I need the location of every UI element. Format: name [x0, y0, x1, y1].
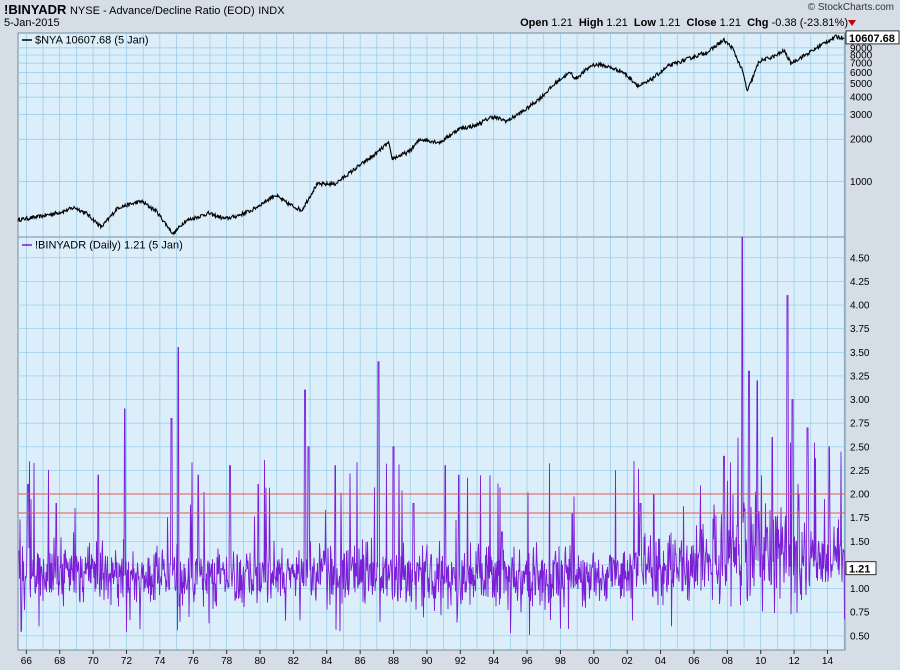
- ratio-tick-label: 1.00: [850, 584, 870, 595]
- ratio-tick-label: 3.75: [850, 324, 870, 335]
- ratio-tick-label: 1.50: [850, 537, 870, 548]
- price-tick-label: 3000: [850, 110, 873, 121]
- ratio-tick-label: 3.00: [850, 395, 870, 406]
- x-axis-tick-label: 92: [455, 656, 467, 667]
- nya-last-value-label: 10607.68: [849, 33, 895, 45]
- x-axis-tick-label: 68: [54, 656, 66, 667]
- ratio-tick-label: 4.00: [850, 301, 870, 312]
- price-tick-label: 2000: [850, 135, 873, 146]
- price-tick-label: 1000: [850, 177, 873, 188]
- price-tick-label: 9000: [850, 43, 873, 54]
- price-panel: 100020003000400050006000700080009000$NYA…: [17, 30, 900, 238]
- x-axis-tick-label: 80: [254, 656, 266, 667]
- x-axis-tick-label: 66: [21, 656, 33, 667]
- x-axis-tick-label: 98: [555, 656, 567, 667]
- x-axis-tick-label: 82: [288, 656, 300, 667]
- price-plot-area: [17, 32, 846, 238]
- ratio-tick-label: 2.50: [850, 442, 870, 453]
- x-axis-tick-label: 02: [622, 656, 634, 667]
- ratio-tick-label: 2.75: [850, 419, 870, 430]
- ratio-tick-label: 0.75: [850, 608, 870, 619]
- x-axis-tick-label: 86: [355, 656, 367, 667]
- x-axis-tick-label: 78: [221, 656, 233, 667]
- ratio-tick-label: 4.50: [850, 253, 870, 264]
- ratio-tick-label: 2.00: [850, 490, 870, 501]
- ratio-panel: 0.500.751.001.251.501.752.002.252.502.75…: [17, 236, 877, 651]
- binyadr-legend-label: !BINYADR (Daily) 1.21 (5 Jan): [35, 240, 183, 252]
- x-axis-tick-label: 70: [88, 656, 100, 667]
- x-axis: 66 68 70 72 74 76 78 80 82 84 86 88 90 92 94 96 98 00 02 04…: [21, 650, 834, 667]
- price-tick-label: 6000: [850, 68, 873, 79]
- chart-window: !BINYADR NYSE - Advance/Decline Ratio (E…: [0, 0, 900, 670]
- ratio-tick-label: 3.50: [850, 348, 870, 359]
- ratio-tick-label: 1.75: [850, 513, 870, 524]
- x-axis-tick-label: 88: [388, 656, 400, 667]
- chart-svg: 100020003000400050006000700080009000$NYA…: [17, 30, 900, 667]
- x-axis-tick-label: 04: [655, 656, 667, 667]
- ratio-tick-label: 0.50: [850, 631, 870, 642]
- x-axis-tick-label: 76: [188, 656, 200, 667]
- ratio-tick-label: 2.25: [850, 466, 870, 477]
- x-axis-tick-label: 96: [521, 656, 533, 667]
- price-tick-label: 4000: [850, 93, 873, 104]
- x-axis-tick-label: 94: [488, 656, 500, 667]
- x-axis-tick-label: 00: [588, 656, 600, 667]
- x-axis-tick-label: 14: [822, 656, 834, 667]
- x-axis-tick-label: 06: [688, 656, 700, 667]
- x-axis-tick-label: 84: [321, 656, 333, 667]
- ratio-tick-label: 4.25: [850, 277, 870, 288]
- x-axis-tick-label: 12: [789, 656, 801, 667]
- binyadr-last-value-label: 1.21: [849, 564, 870, 576]
- nya-legend-label: $NYA 10607.68 (5 Jan): [35, 35, 149, 47]
- ratio-tick-label: 3.25: [850, 371, 870, 382]
- x-axis-tick-label: 10: [755, 656, 767, 667]
- x-axis-tick-label: 90: [421, 656, 433, 667]
- x-axis-tick-label: 08: [722, 656, 734, 667]
- x-axis-tick-label: 72: [121, 656, 133, 667]
- x-axis-tick-label: 74: [154, 656, 166, 667]
- price-tick-label: 5000: [850, 79, 873, 90]
